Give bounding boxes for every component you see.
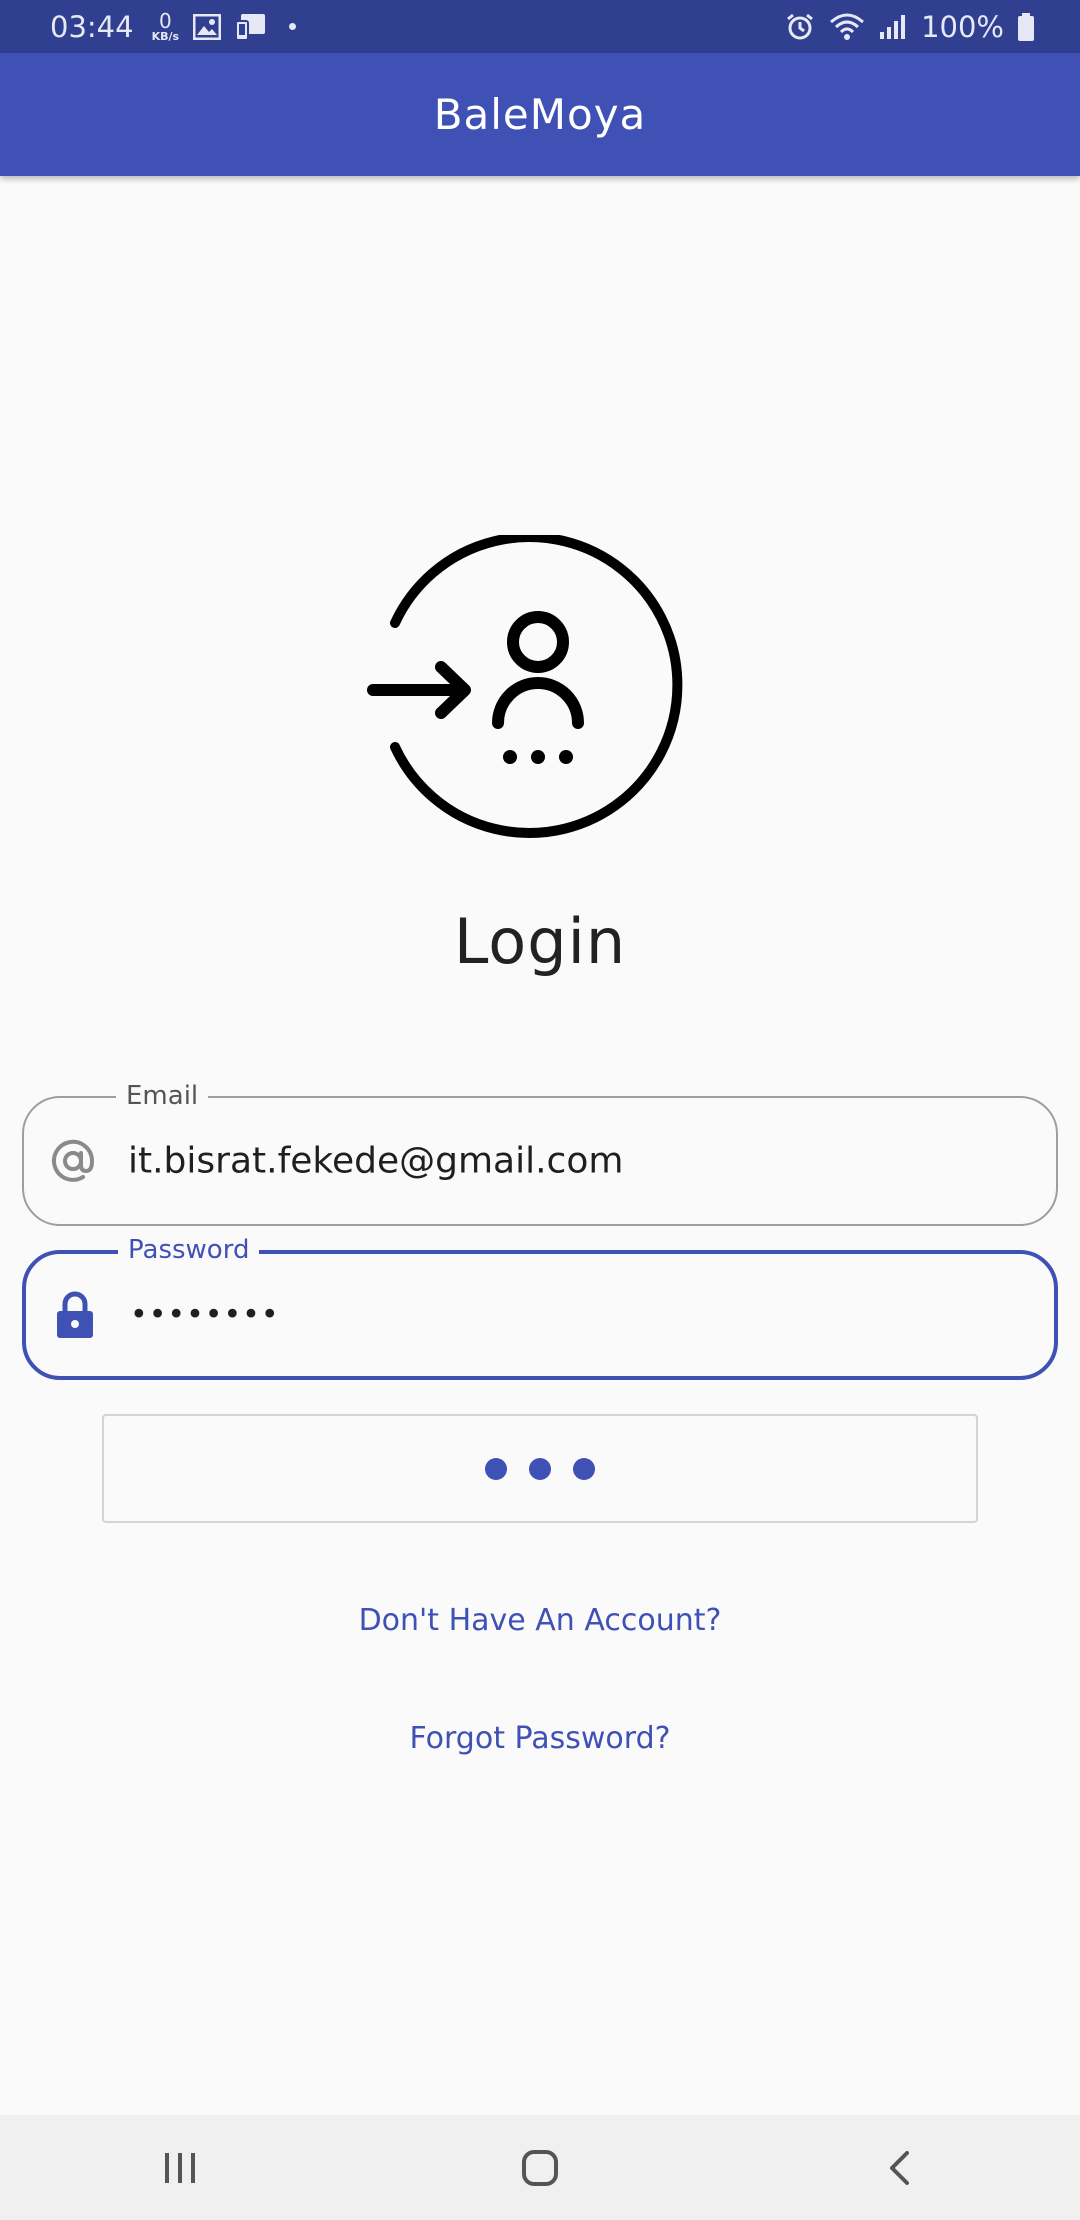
login-user-icon — [365, 532, 695, 845]
notification-dot-icon — [289, 23, 297, 30]
app-bar: BaleMoya — [0, 53, 1080, 176]
network-speed-unit: KB/s — [151, 30, 180, 43]
lock-icon — [50, 1290, 100, 1340]
email-input[interactable]: it.bisrat.fekede@gmail.com — [128, 1141, 1008, 1182]
network-speed: 0 KB/s — [152, 11, 179, 42]
recent-apps-icon[interactable] — [140, 2128, 220, 2208]
email-field[interactable]: Email it.bisrat.fekede@gmail.com — [22, 1081, 1058, 1226]
signup-link[interactable]: Don't Have An Account? — [0, 1603, 1080, 1638]
login-title: Login — [453, 905, 627, 978]
email-label: Email — [116, 1081, 209, 1111]
network-speed-value: 0 — [158, 9, 172, 33]
navigation-bar — [0, 2115, 1080, 2220]
password-field[interactable]: Password •••••••• — [22, 1235, 1058, 1380]
status-time: 03:44 — [50, 9, 134, 44]
alarm-icon — [785, 12, 815, 42]
loading-dot-icon — [485, 1457, 507, 1480]
wifi-icon — [829, 12, 865, 42]
login-button[interactable] — [102, 1414, 978, 1523]
status-left: 03:44 0 KB/s — [50, 9, 297, 44]
app-title: BaleMoya — [433, 90, 647, 139]
loading-dot-icon — [573, 1457, 595, 1480]
home-icon[interactable] — [500, 2128, 580, 2208]
status-bar: 03:44 0 KB/s 100% — [0, 0, 1080, 53]
back-icon[interactable] — [860, 2128, 940, 2208]
at-icon — [48, 1136, 98, 1186]
battery-icon — [1018, 12, 1034, 41]
password-label: Password — [118, 1235, 260, 1265]
forgot-password-link[interactable]: Forgot Password? — [0, 1721, 1080, 1756]
image-icon — [193, 13, 222, 40]
status-right: 100% — [785, 10, 1034, 44]
device-icon — [235, 13, 267, 41]
password-input[interactable]: •••••••• — [130, 1298, 1010, 1333]
battery-level: 100% — [921, 9, 1004, 44]
loading-dot-icon — [529, 1457, 551, 1480]
signal-icon — [879, 14, 907, 40]
